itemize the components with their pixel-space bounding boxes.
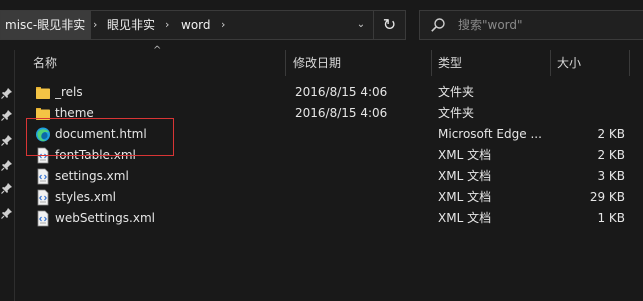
file-date: 2016/8/15 4:06 bbox=[295, 85, 388, 99]
file-row[interactable]: document.html Microsoft Edge ... 2 KB bbox=[15, 124, 643, 145]
file-type: XML 文档 bbox=[438, 190, 492, 204]
file-type: XML 文档 bbox=[438, 211, 492, 225]
folder-icon bbox=[36, 87, 50, 99]
address-dropdown-icon[interactable]: ⌄ bbox=[353, 11, 369, 39]
file-type: XML 文档 bbox=[438, 148, 492, 162]
search-box[interactable]: 搜索"word" bbox=[419, 10, 643, 40]
pin-icon[interactable] bbox=[1, 87, 13, 99]
breadcrumb-separator-icon[interactable]: › bbox=[221, 11, 225, 39]
column-divider[interactable] bbox=[629, 50, 630, 76]
column-divider[interactable] bbox=[285, 50, 286, 76]
file-row[interactable]: styles.xml XML 文档 29 KB bbox=[15, 187, 643, 208]
breadcrumb-separator-icon[interactable]: › bbox=[93, 11, 97, 39]
xml-file-icon bbox=[37, 189, 49, 206]
search-input[interactable]: 搜索"word" bbox=[458, 11, 523, 39]
search-icon bbox=[431, 18, 445, 32]
pin-icon[interactable] bbox=[1, 207, 13, 219]
file-size: 2 KB bbox=[597, 148, 625, 162]
xml-file-icon bbox=[37, 210, 49, 227]
breadcrumb-separator-icon[interactable]: › bbox=[165, 11, 169, 39]
file-row[interactable]: theme 2016/8/15 4:06 文件夹 bbox=[15, 103, 643, 124]
file-type: 文件夹 bbox=[438, 85, 475, 99]
column-date[interactable]: 修改日期 bbox=[293, 50, 341, 76]
file-date bbox=[295, 208, 435, 229]
file-row[interactable]: fontTable.xml XML 文档 2 KB bbox=[15, 145, 643, 166]
file-name: theme bbox=[55, 106, 94, 120]
column-name[interactable]: 名称 bbox=[33, 50, 57, 76]
file-date bbox=[295, 145, 435, 166]
file-date bbox=[295, 124, 435, 145]
file-name: webSettings.xml bbox=[55, 211, 155, 225]
pin-icon[interactable] bbox=[1, 134, 13, 146]
file-size: 3 KB bbox=[597, 169, 625, 183]
address-bar[interactable]: misc-眼见非实 › 眼见非实 › word › ⌄ ↻ bbox=[0, 10, 406, 40]
pin-icon[interactable] bbox=[1, 159, 13, 171]
file-type: Microsoft Edge ... bbox=[438, 127, 542, 141]
file-date: 2016/8/15 4:06 bbox=[295, 106, 388, 120]
column-divider[interactable] bbox=[431, 50, 432, 76]
column-divider[interactable] bbox=[550, 50, 551, 76]
file-row[interactable]: webSettings.xml XML 文档 1 KB bbox=[15, 208, 643, 229]
refresh-button[interactable]: ↻ bbox=[373, 11, 405, 39]
column-type[interactable]: 类型 bbox=[438, 50, 462, 76]
quick-access-strip bbox=[0, 50, 15, 301]
file-size: 2 KB bbox=[597, 127, 625, 141]
edge-html-icon bbox=[36, 127, 50, 142]
address-row: misc-眼见非实 › 眼见非实 › word › ⌄ ↻ 搜索"word" bbox=[0, 0, 643, 50]
sort-ascending-icon: ^ bbox=[153, 45, 162, 56]
column-size[interactable]: 大小 bbox=[557, 50, 581, 76]
file-size bbox=[555, 82, 625, 103]
file-name: _rels bbox=[55, 85, 83, 99]
file-name: document.html bbox=[55, 127, 147, 141]
file-name: fontTable.xml bbox=[55, 148, 136, 162]
file-row[interactable]: settings.xml XML 文档 3 KB bbox=[15, 166, 643, 187]
breadcrumb-parent[interactable]: 眼见非实 bbox=[107, 11, 155, 39]
file-name: settings.xml bbox=[55, 169, 129, 183]
breadcrumb-misc[interactable]: misc-眼见非实 bbox=[1, 11, 92, 39]
pin-icon[interactable] bbox=[1, 109, 13, 121]
file-date bbox=[295, 187, 435, 208]
file-size: 1 KB bbox=[597, 211, 625, 225]
file-size: 29 KB bbox=[589, 190, 625, 204]
file-size bbox=[555, 103, 625, 124]
folder-icon bbox=[36, 108, 50, 120]
xml-file-icon bbox=[37, 147, 49, 164]
file-row[interactable]: _rels 2016/8/15 4:06 文件夹 bbox=[15, 82, 643, 103]
pin-icon[interactable] bbox=[1, 182, 13, 194]
file-name: styles.xml bbox=[55, 190, 116, 204]
file-type: XML 文档 bbox=[438, 169, 492, 183]
xml-file-icon bbox=[37, 168, 49, 185]
file-date bbox=[295, 166, 435, 187]
file-type: 文件夹 bbox=[438, 106, 475, 120]
column-header: ^ 名称 修改日期 类型 大小 bbox=[15, 45, 643, 76]
breadcrumb-current[interactable]: word bbox=[181, 11, 211, 39]
